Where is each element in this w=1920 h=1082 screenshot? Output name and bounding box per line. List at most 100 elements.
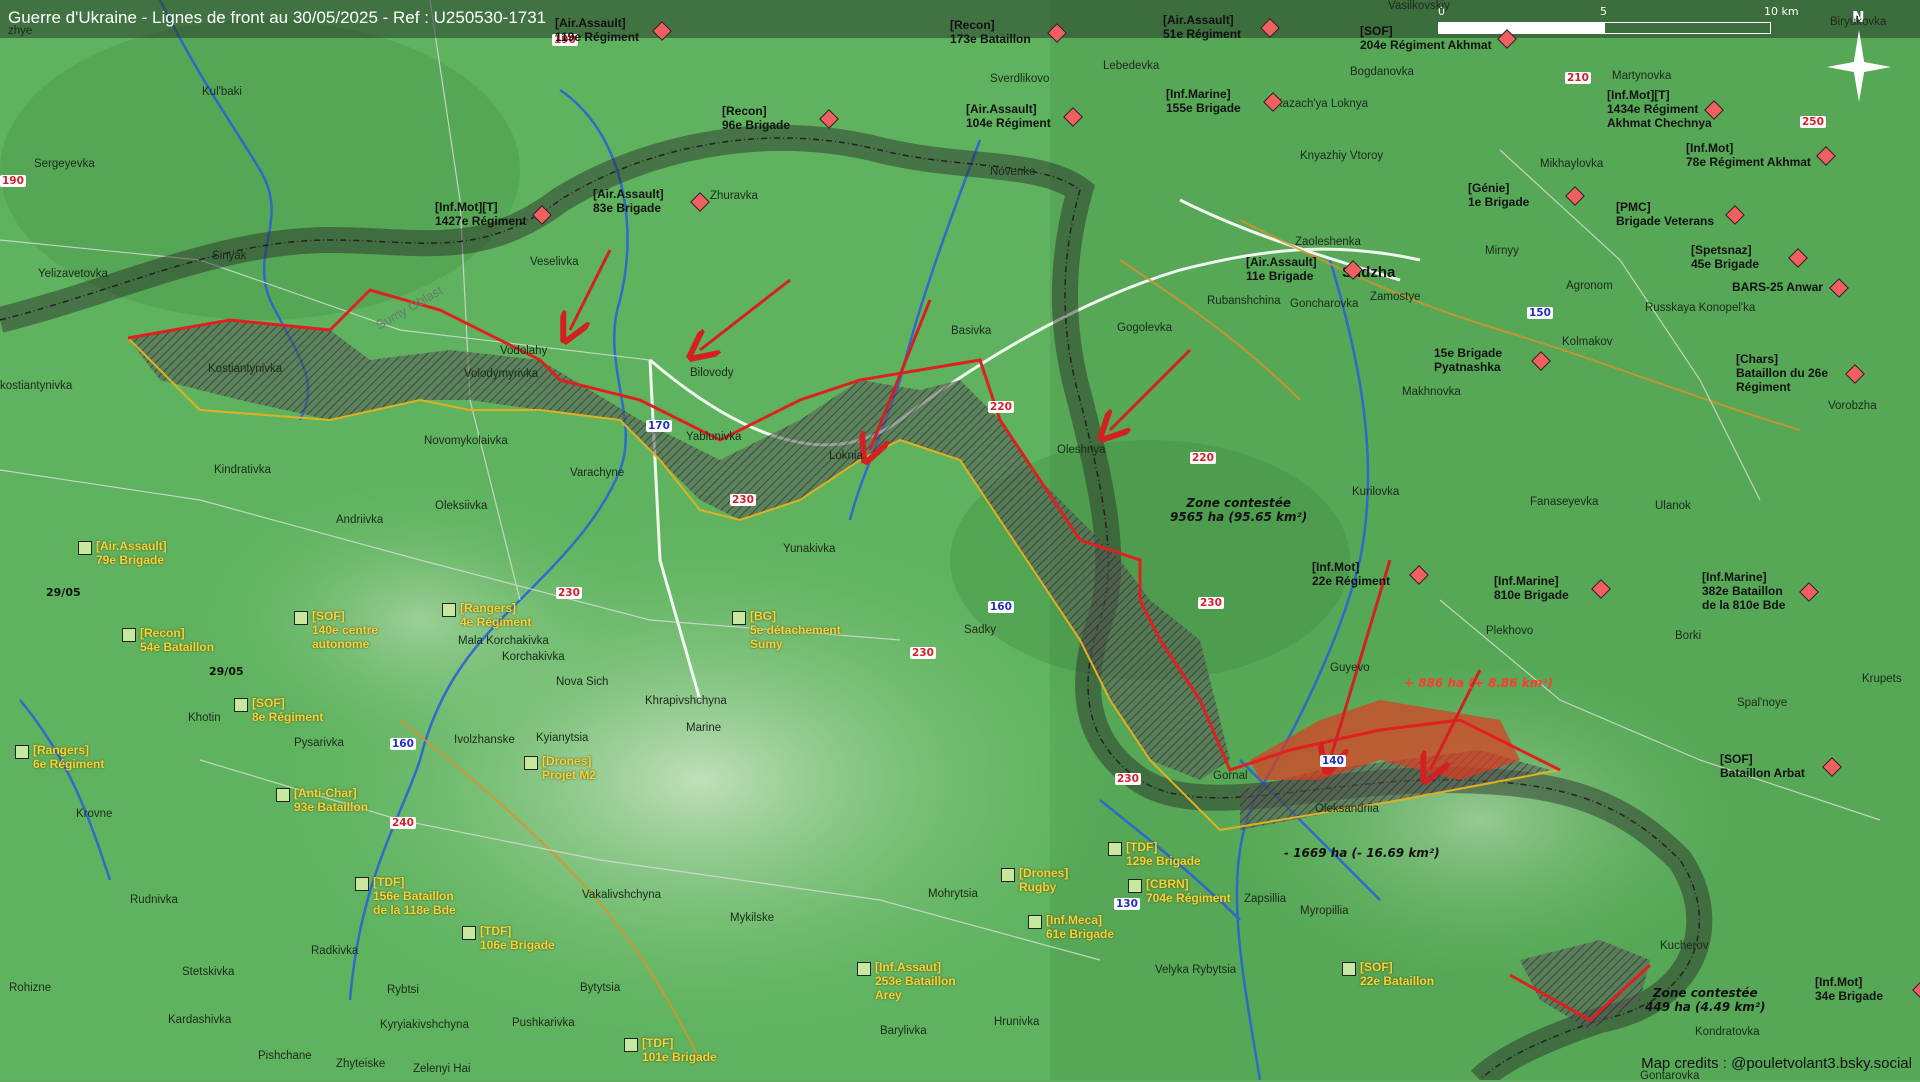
ru-unit-label[interactable]: [Recon] 96e Brigade [722,104,790,132]
place-label: Vorobzha [1828,400,1877,412]
place-label: Kyianytsia [536,732,589,744]
date-label: 29/05 [46,586,81,599]
road-number: 140 [1320,755,1346,767]
ru-unit-label[interactable]: [SOF] Bataillon Arbat [1720,752,1805,780]
ua-unit-label[interactable]: [Rangers] 4e Régiment [460,601,531,629]
ua-unit-square-icon[interactable] [462,926,476,940]
ua-unit-square-icon[interactable] [442,603,456,617]
ua-unit-square-icon[interactable] [857,962,871,976]
ua-unit-square-icon[interactable] [524,756,538,770]
ua-unit-label[interactable]: [Rangers] 6e Régiment [33,743,104,771]
ua-unit-square-icon[interactable] [1128,879,1142,893]
ua-unit-square-icon[interactable] [355,877,369,891]
ru-unit-label[interactable]: [Inf.Marine] 810e Brigade [1494,574,1569,602]
ua-unit-label[interactable]: [Anti-Char] 93e Bataillon [294,786,368,814]
ua-unit-label[interactable]: [SOF] 8e Régiment [252,696,323,724]
place-label: Yunakivka [783,543,836,555]
map-canvas[interactable] [0,0,1920,1080]
road-number: 220 [988,401,1014,413]
place-label: Kindrativka [214,464,271,476]
road-number: 230 [730,494,756,506]
place-label: Gogolevka [1117,322,1172,334]
ru-unit-label[interactable]: 15e Brigade Pyatnashka [1434,346,1502,374]
ru-unit-label[interactable]: [Air.Assault] 11e Brigade [1246,255,1317,283]
ru-unit-label[interactable]: [Air.Assault] 83e Brigade [593,187,664,215]
date-label: 29/05 [209,665,244,678]
ua-unit-label[interactable]: [Recon] 54e Bataillon [140,626,214,654]
place-label: Biryukovka [1830,16,1887,28]
place-label: Fanaseyevka [1530,496,1599,508]
road-number: 150 [1527,307,1553,319]
ua-unit-square-icon[interactable] [1108,842,1122,856]
ua-unit-square-icon[interactable] [732,611,746,625]
ua-unit-label[interactable]: [TDF] 106e Brigade [480,924,555,952]
place-label: Khrapivshchyna [645,695,727,707]
ru-unit-label[interactable]: [Inf.Marine] 382e Bataillon de la 810e Bde [1702,570,1785,612]
ru-unit-label[interactable]: [Chars] Bataillon du 26e Régiment [1736,352,1828,394]
place-label: Vodolahy [500,345,548,357]
place-label: Lebedevka [1103,60,1160,72]
contested-zone-label: Zone contestée 449 ha (4.49 km²) [1645,986,1766,1014]
place-label: Marine [686,722,722,734]
ru-unit-label[interactable]: [Inf.Marine] 155e Brigade [1166,87,1241,115]
ru-unit-label[interactable]: [SOF] 204e Régiment Akhmat [1360,24,1492,52]
ua-unit-label[interactable]: [SOF] 140e centre autonome [312,609,378,651]
ru-unit-label[interactable]: [Recon] 173e Bataillon [950,18,1031,46]
road-number: 170 [646,420,672,432]
ru-unit-label[interactable]: [Inf.Mot][T] 1427e Régiment [435,200,526,228]
ru-unit-label[interactable]: [PMC] Brigade Veterans [1616,200,1714,228]
ua-unit-label[interactable]: [TDF] 156e Bataillon de la 118e Bde [373,875,456,917]
ru-unit-label[interactable]: [Inf.Mot] 22e Régiment [1312,560,1390,588]
ua-unit-label[interactable]: [Drones] Projet M2 [542,754,596,782]
place-label: Mala Korchakivka [458,635,549,647]
ua-unit-label[interactable]: [Air.Assault] 79e Brigade [96,539,167,567]
ua-unit-label[interactable]: [Drones] Rugby [1019,866,1068,894]
ru-unit-label[interactable]: [Génie] 1e Brigade [1468,181,1529,209]
place-label: Kondratovka [1695,1026,1760,1038]
ua-unit-square-icon[interactable] [234,698,248,712]
ua-unit-square-icon[interactable] [624,1038,638,1052]
ru-unit-label[interactable]: [Spetsnaz] 45e Brigade [1691,243,1759,271]
scale-mid: 5 [1600,5,1607,18]
place-label: Rubanshchina [1207,295,1281,307]
ua-unit-square-icon[interactable] [15,745,29,759]
ua-unit-square-icon[interactable] [294,611,308,625]
ua-unit-label[interactable]: [SOF] 22e Bataillon [1360,960,1434,988]
ua-unit-label[interactable]: [Inf.Meca] 61e Brigade [1046,913,1114,941]
ru-unit-label[interactable]: [Air.Assault] 51e Régiment [1163,13,1241,41]
place-label: Vasilkovskiy [1388,0,1450,12]
ua-unit-square-icon[interactable] [276,788,290,802]
ua-unit-square-icon[interactable] [1001,868,1015,882]
place-label: Goncharovka [1290,298,1359,310]
ru-unit-label[interactable]: [Inf.Mot][T] 1434e Régiment Akhmat Chechny… [1607,88,1712,130]
ua-unit-label[interactable]: [TDF] 101e Brigade [642,1036,717,1064]
place-label: Plekhovo [1486,625,1534,637]
ua-unit-label[interactable]: [CBRN] 704e Régiment [1146,877,1231,905]
ua-unit-label[interactable]: [Inf.Assaut] 253e Bataillon Arey [875,960,956,1002]
ua-unit-label[interactable]: [TDF] 129e Brigade [1126,840,1201,868]
ua-unit-square-icon[interactable] [78,541,92,555]
place-label: Khotin [188,712,221,724]
place-label: Sadky [964,624,996,636]
ua-unit-square-icon[interactable] [1342,962,1356,976]
ua-unit-square-icon[interactable] [1028,915,1042,929]
ru-unit-label[interactable]: [Air.Assault] 104e Régiment [966,102,1051,130]
ru-unit-label[interactable]: [Air.Assault] 119e Régiment [555,16,639,44]
ru-unit-label[interactable]: BARS-25 Anwar [1732,280,1823,294]
ua-unit-label[interactable]: [BG] 5e détachement Sumy [750,609,841,651]
place-label: Borki [1675,630,1702,642]
place-label: Knyazhiy Vtoroy [1300,150,1384,162]
place-label: Rohizne [9,982,52,994]
road-number: 230 [556,587,582,599]
place-label: Rybtsi [387,984,419,996]
place-label: Sinyak [212,250,247,262]
ua-unit-square-icon[interactable] [122,628,136,642]
place-label: Loknia [829,450,863,462]
place-label: Vakalivshchyna [582,889,662,901]
place-label: Kazach'ya Loknya [1275,98,1368,110]
place-label: Hrunivka [994,1016,1040,1028]
road-number: 160 [988,601,1014,613]
place-label: Kyryiakivshchyna [380,1019,469,1031]
ru-unit-label[interactable]: [Inf.Mot] 78e Régiment Akhmat [1686,141,1811,169]
ru-unit-label[interactable]: [Inf.Mot] 34e Brigade [1815,975,1883,1003]
